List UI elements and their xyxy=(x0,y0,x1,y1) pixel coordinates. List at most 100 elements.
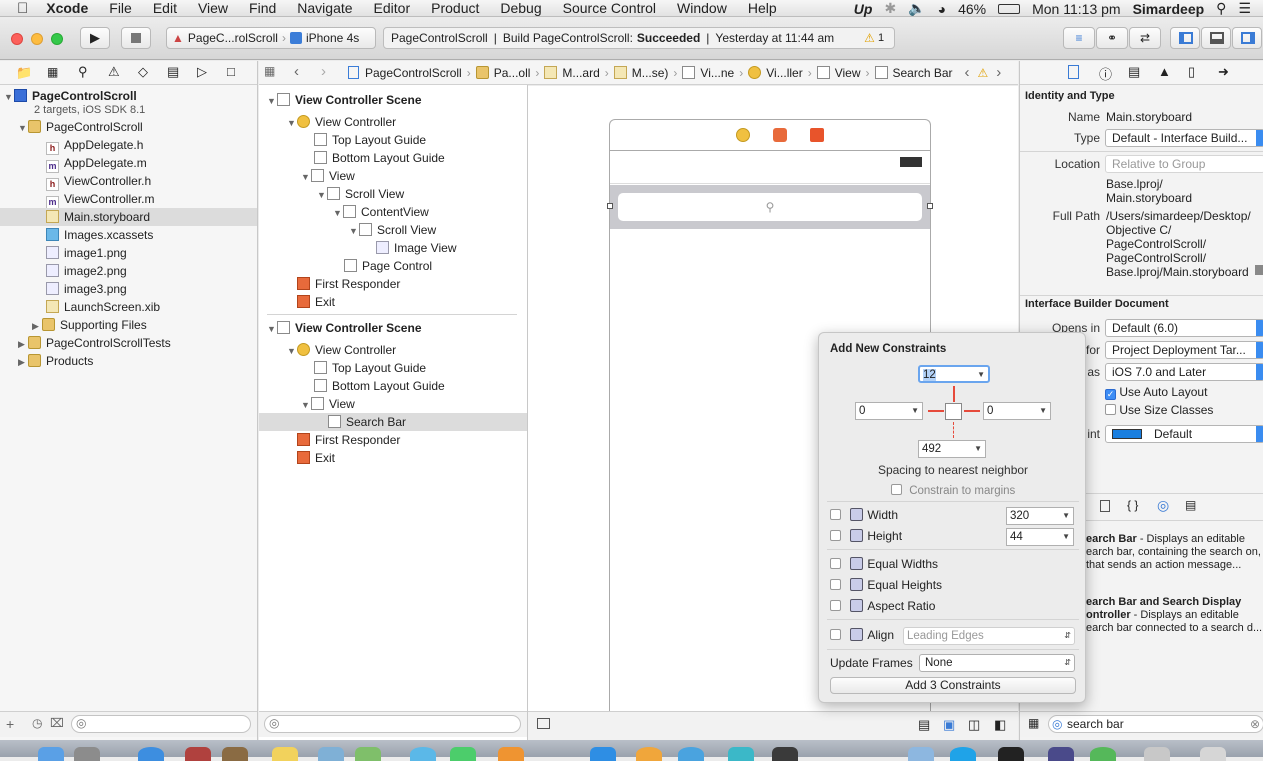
debug-navigator-icon[interactable]: ▤ xyxy=(167,64,179,80)
app-dock-icon[interactable] xyxy=(222,747,248,761)
search-field[interactable]: ⚲ xyxy=(618,193,922,221)
app-dock-icon[interactable] xyxy=(772,747,798,761)
zoom-window-button[interactable] xyxy=(51,33,63,45)
align-popup[interactable]: Leading Edges ⇵ xyxy=(903,627,1075,645)
minimize-window-button[interactable] xyxy=(31,33,43,45)
outline-item[interactable]: First Responder xyxy=(297,275,400,293)
trash-dock-icon[interactable] xyxy=(1200,747,1226,761)
disclosure-icon[interactable]: ▶ xyxy=(18,353,28,371)
outline-item[interactable]: ▼ ContentView xyxy=(333,203,429,221)
symbol-navigator-icon[interactable]: ▦ xyxy=(47,65,58,79)
align-icon[interactable]: ▤ xyxy=(918,717,930,733)
upwork-icon[interactable]: Up xyxy=(854,1,873,17)
project-navigator-icon[interactable]: 📁 xyxy=(16,65,32,81)
menu-product[interactable]: Product xyxy=(431,0,479,16)
dropdown-arrow-icon[interactable]: ▼ xyxy=(1062,529,1070,545)
menu-editor[interactable]: Editor xyxy=(374,0,411,16)
disclosure-icon[interactable]: ▶ xyxy=(32,317,42,335)
issue-navigator-icon[interactable]: ⚠ xyxy=(108,64,120,80)
notification-center-icon[interactable]: ☰ xyxy=(1238,0,1251,17)
warning-count[interactable]: 1 xyxy=(878,32,884,44)
outline-item[interactable]: ▼ View Controller Scene xyxy=(267,319,422,337)
wifi-icon[interactable]: ◕ xyxy=(938,1,946,17)
toggle-utilities-button[interactable] xyxy=(1232,27,1262,49)
back-icon[interactable]: ‹ xyxy=(294,63,299,80)
size-classes-checkbox[interactable]: Use Size Classes xyxy=(1105,403,1213,417)
app-dock-icon[interactable] xyxy=(728,747,754,761)
launchpad-dock-icon[interactable] xyxy=(74,747,100,761)
resizing-behavior-icon[interactable]: ◧ xyxy=(994,717,1006,733)
file-inspector-icon[interactable] xyxy=(1068,65,1079,79)
width-field[interactable]: 320 ▼ xyxy=(1006,507,1074,525)
media-library-icon[interactable]: ▤ xyxy=(1185,498,1196,512)
disclosure-icon[interactable]: ▼ xyxy=(333,204,343,222)
outline-item[interactable]: First Responder xyxy=(297,431,400,449)
outline-item[interactable]: ▼ Scroll View xyxy=(317,185,404,203)
app-dock-icon[interactable] xyxy=(318,747,344,761)
app-dock-icon[interactable] xyxy=(185,747,211,761)
checkbox-icon[interactable] xyxy=(830,579,841,590)
warning-icon[interactable]: ⚠ xyxy=(978,66,989,80)
notes-dock-icon[interactable] xyxy=(272,747,298,761)
menu-window[interactable]: Window xyxy=(677,0,727,16)
close-window-button[interactable] xyxy=(11,33,23,45)
disclosure-icon[interactable]: ▼ xyxy=(301,168,311,186)
left-strut[interactable] xyxy=(928,410,944,412)
resize-handle[interactable] xyxy=(607,203,613,209)
object-library-icon[interactable]: ◎ xyxy=(1157,497,1169,514)
ibooks-dock-icon[interactable] xyxy=(498,747,524,761)
forward-icon[interactable]: › xyxy=(321,63,326,80)
first-responder-icon[interactable] xyxy=(773,128,787,142)
menu-view[interactable]: View xyxy=(198,0,228,16)
resolve-auto-layout-icon[interactable]: ◫ xyxy=(968,717,980,733)
navigator-item[interactable]: h ViewController.h xyxy=(46,172,151,191)
clock[interactable]: Mon 11:13 pm xyxy=(1032,1,1120,17)
battery-icon[interactable] xyxy=(998,3,1021,14)
version-editor-button[interactable]: ⇄ xyxy=(1129,27,1161,49)
aspect-ratio-row[interactable]: Aspect Ratio xyxy=(830,599,935,613)
pin-icon[interactable]: ▣ xyxy=(943,717,955,733)
outline-item[interactable]: Page Control xyxy=(344,257,432,275)
spotlight-icon[interactable]: ⚲ xyxy=(1216,0,1226,17)
outline-item[interactable]: ▼ Scroll View xyxy=(349,221,436,239)
dropdown-arrow-icon[interactable]: ▼ xyxy=(974,441,982,457)
app-dock-icon[interactable] xyxy=(410,747,436,761)
navigator-item[interactable]: image3.png xyxy=(46,280,127,298)
run-button[interactable]: ▶ xyxy=(80,27,110,49)
dropdown-arrow-icon[interactable]: ▼ xyxy=(1062,508,1070,524)
maps-dock-icon[interactable] xyxy=(355,747,381,761)
checkbox-checked-icon[interactable]: ✓ xyxy=(1105,389,1116,400)
source-control-filter-icon[interactable]: ⌧ xyxy=(50,716,64,730)
constrain-to-margins-checkbox[interactable]: Constrain to margins xyxy=(891,484,1015,497)
disclosure-icon[interactable]: ▼ xyxy=(267,92,277,110)
disclosure-icon[interactable]: ▼ xyxy=(349,222,359,240)
warning-icon[interactable]: ⚠ xyxy=(864,31,875,45)
back-icon[interactable]: ‹ xyxy=(965,64,970,81)
disclosure-icon[interactable]: ▼ xyxy=(18,119,28,137)
library-search-field[interactable]: ◎ search bar ⊗ xyxy=(1048,715,1263,733)
outline-item[interactable]: ▼ View Controller xyxy=(287,113,396,131)
menu-navigate[interactable]: Navigate xyxy=(297,0,352,16)
add-icon[interactable]: + xyxy=(6,716,14,732)
file-template-library-icon[interactable] xyxy=(1100,500,1110,512)
outline-item-selected[interactable]: Search Bar xyxy=(259,413,527,431)
equal-heights-row[interactable]: Equal Heights xyxy=(830,578,942,592)
navigator-item[interactable]: LaunchScreen.xib xyxy=(46,298,160,316)
outline-filter-field[interactable]: ◎ xyxy=(264,715,521,733)
opens-in-popup[interactable]: Default (6.0) xyxy=(1105,319,1263,337)
code-snippet-library-icon[interactable]: { } xyxy=(1127,498,1138,512)
checkbox-icon[interactable] xyxy=(830,629,841,640)
right-strut[interactable] xyxy=(964,410,980,412)
checkbox-icon[interactable] xyxy=(830,558,841,569)
navigator-filter-field[interactable]: ◎ xyxy=(71,715,251,733)
breakpoint-navigator-icon[interactable]: ▷ xyxy=(197,64,207,80)
jump-bar-item[interactable]: View xyxy=(835,66,861,80)
bottom-strut[interactable] xyxy=(953,422,954,438)
view-controller-icon[interactable] xyxy=(736,128,750,142)
clear-icon[interactable]: ⊗ xyxy=(1250,716,1260,732)
standard-editor-button[interactable]: ≡ xyxy=(1063,27,1095,49)
app-dock-icon[interactable] xyxy=(1144,747,1170,761)
apple-menu-icon[interactable]:  xyxy=(17,0,28,17)
report-navigator-icon[interactable]: □ xyxy=(227,64,235,79)
checkbox-icon[interactable] xyxy=(891,484,902,495)
